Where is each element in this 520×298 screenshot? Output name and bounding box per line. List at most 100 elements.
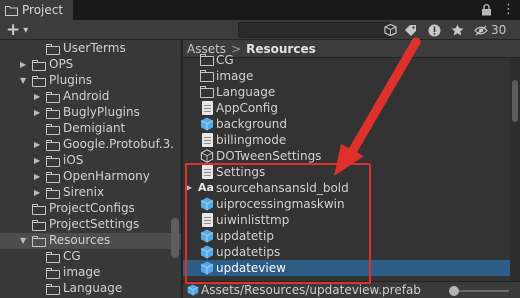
expand-arrow-icon[interactable]: ▶ xyxy=(34,189,42,197)
filter-favorites-button[interactable] xyxy=(451,20,464,40)
asset-item-label: billingmode xyxy=(216,133,287,147)
hidden-packages-button[interactable]: 30 xyxy=(474,20,506,40)
add-button[interactable]: + ▾ xyxy=(6,20,28,40)
folder-icon xyxy=(46,284,60,295)
tree-item[interactable]: ProjectConfigs xyxy=(0,201,181,217)
filter-scene-button[interactable] xyxy=(384,20,397,40)
tree-item-label: iOS xyxy=(63,153,84,167)
tree-item[interactable]: ▶ iOS xyxy=(0,153,181,169)
collapse-arrow-icon[interactable]: ▼ xyxy=(20,237,28,245)
tree-item-label: Plugins xyxy=(49,73,92,87)
asset-item-label: background xyxy=(216,117,287,131)
text-file-icon xyxy=(202,133,213,147)
expand-arrow-icon[interactable]: ▶ xyxy=(20,61,28,69)
folder-icon xyxy=(32,204,46,215)
tree-item[interactable]: image xyxy=(0,265,181,281)
asset-item[interactable]: DOTweenSettings xyxy=(183,148,520,164)
asset-item-label: image xyxy=(216,69,254,83)
tree-item-label: Sirenix xyxy=(63,185,105,199)
tree-item-label: Android xyxy=(63,89,110,103)
window-tab-bar: Project ⋮ xyxy=(0,0,520,20)
search-input[interactable] xyxy=(238,22,392,38)
tag-icon xyxy=(405,25,416,36)
tree-item-label: Language xyxy=(63,281,123,295)
scrollbar-thumb[interactable] xyxy=(512,80,518,122)
tree-item[interactable]: Language xyxy=(0,281,181,297)
tree-item-label: CG xyxy=(63,249,81,263)
tree-item-label: OPS xyxy=(49,57,74,71)
tree-item-label: UserTerms xyxy=(63,41,126,55)
tree-item[interactable]: ▶ Google.Protobuf.3. xyxy=(0,137,181,153)
folder-icon xyxy=(46,108,60,119)
tree-item[interactable]: ▶ OpenHarmony xyxy=(0,169,181,185)
folder-open-icon xyxy=(32,236,46,247)
tree-item-label: ProjectSettings xyxy=(49,217,140,231)
tree-item-label: BuglyPlugins xyxy=(63,105,140,119)
tab-title: Project xyxy=(22,3,64,17)
tree-item[interactable]: ▼ Plugins xyxy=(0,73,181,89)
warning-icon xyxy=(428,24,441,36)
folder-icon xyxy=(46,140,60,151)
folder-icon xyxy=(46,156,60,167)
scriptable-object-icon xyxy=(200,149,214,163)
tree-scrollbar-thumb[interactable] xyxy=(171,218,179,258)
eye-icon xyxy=(474,25,488,35)
text-file-icon xyxy=(202,101,213,115)
tree-item[interactable]: ▶ Android xyxy=(0,89,181,105)
asset-item[interactable]: image xyxy=(183,68,520,84)
tree-item[interactable]: ▶ OPS xyxy=(0,57,181,73)
asset-item-label: AppConfig xyxy=(216,101,278,115)
slider-knob[interactable] xyxy=(449,286,459,296)
folder-icon xyxy=(32,220,46,231)
asset-item[interactable]: AppConfig xyxy=(183,100,520,116)
folder-icon xyxy=(200,85,214,99)
tree-item[interactable]: ProjectSettings xyxy=(0,217,181,233)
asset-item[interactable]: Language xyxy=(183,84,520,100)
tree-item-label: ProjectConfigs xyxy=(49,201,135,215)
expand-arrow-icon[interactable]: ▶ xyxy=(34,157,42,165)
folder-icon xyxy=(46,124,60,135)
asset-item[interactable]: billingmode xyxy=(183,132,520,148)
asset-item-label: CG xyxy=(216,53,234,67)
folder-icon xyxy=(46,188,60,199)
tree-item-label: Resources xyxy=(49,233,111,247)
tree-item[interactable]: ▶ BuglyPlugins xyxy=(0,105,181,121)
collapse-arrow-icon[interactable]: ▼ xyxy=(20,77,28,85)
icon-size-slider[interactable] xyxy=(449,286,509,296)
tree-item-label: image xyxy=(63,265,101,279)
project-tab[interactable]: Project xyxy=(0,0,74,20)
folder-tree-panel: UserTerms ▶ OPS ▼ Plugins ▶ Android ▶ BuglyPlugi… xyxy=(0,40,182,298)
folder-icon xyxy=(46,44,60,55)
folder-icon xyxy=(200,53,214,67)
tree-item-label: OpenHarmony xyxy=(63,169,150,183)
annotation-highlight-box xyxy=(185,163,371,284)
tree-item[interactable]: Demigiant xyxy=(0,121,181,137)
tree-item[interactable]: ▼ Resources xyxy=(0,233,181,249)
expand-arrow-icon[interactable]: ▶ xyxy=(34,109,42,117)
asset-item[interactable]: background xyxy=(183,116,520,132)
expand-arrow-icon[interactable]: ▶ xyxy=(34,173,42,181)
folder-icon xyxy=(32,60,46,71)
filter-label-button[interactable] xyxy=(404,20,417,40)
tree-item[interactable]: ▶ Sirenix xyxy=(0,185,181,201)
prefab-icon xyxy=(200,117,214,131)
more-icon[interactable]: ⋮ xyxy=(502,2,515,17)
asset-list-scrollbar[interactable] xyxy=(510,58,520,282)
folder-icon xyxy=(5,5,18,16)
chevron-down-icon: ▾ xyxy=(23,24,29,36)
expand-arrow-icon[interactable]: ▶ xyxy=(34,93,42,101)
filter-warning-button[interactable] xyxy=(428,20,441,40)
expand-arrow-icon[interactable]: ▶ xyxy=(34,141,42,149)
folder-icon xyxy=(46,268,60,279)
asset-item-label: Language xyxy=(216,85,276,99)
tree-item[interactable]: UserTerms xyxy=(0,41,181,57)
tree-item-label: Google.Protobuf.3. xyxy=(63,137,175,151)
lock-icon[interactable] xyxy=(481,3,492,16)
tree-item-label: Demigiant xyxy=(63,121,126,135)
prefab-icon xyxy=(187,284,199,296)
tree-item[interactable]: CG xyxy=(0,249,181,265)
asset-item[interactable]: CG xyxy=(183,52,520,68)
folder-icon xyxy=(46,92,60,103)
add-icon: + xyxy=(6,20,21,40)
folder-icon xyxy=(200,69,214,83)
